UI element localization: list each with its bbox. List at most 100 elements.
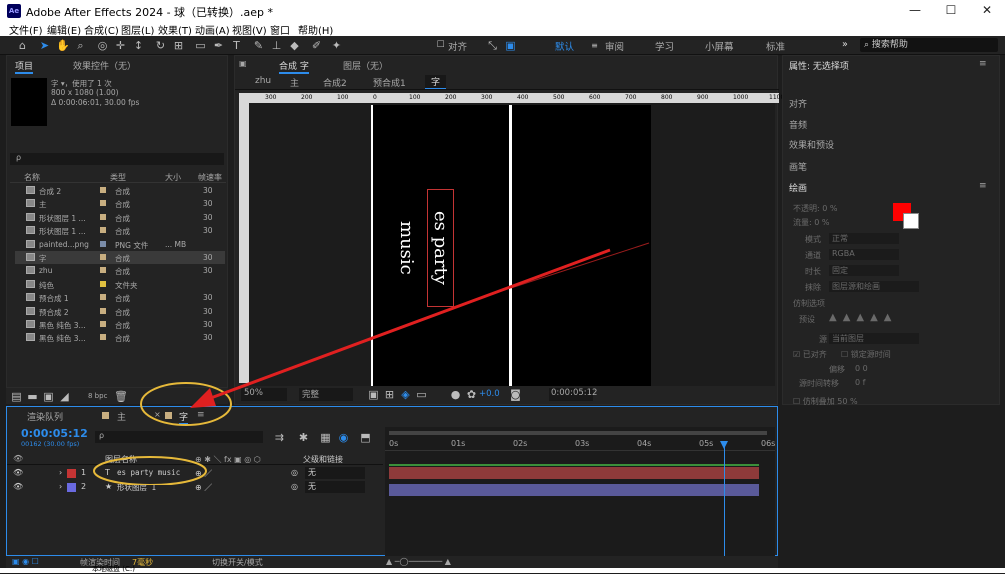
render-toggle-icon[interactable]: ▣ ◉ ☐ [12,557,39,566]
project-item[interactable]: 主 合成 30 [15,197,225,210]
hand-tool-icon[interactable]: ✋ [56,39,70,52]
menu-help[interactable]: 帮助(H) [298,22,333,37]
workspace-menu-icon[interactable]: ≡ [588,39,601,52]
work-area-bar[interactable] [389,431,767,435]
mode-select[interactable]: 正常 [829,233,899,244]
clone-stamp-tool-icon[interactable]: ⊥ [270,39,283,52]
workspace-standard[interactable]: 标准 [766,39,785,53]
paint-flow[interactable]: 流量: 0 % [793,217,829,228]
col-size[interactable]: 大小 [165,172,181,183]
project-search-input[interactable]: ρ [10,153,224,165]
tab-layer[interactable]: 图层（无） [343,59,388,72]
menu-animation[interactable]: 动画(A) [195,22,230,37]
snap-grid-icon[interactable]: ▣ [504,39,517,52]
menu-effect[interactable]: 效果(T) [158,22,192,37]
source-time-value[interactable]: 0 f [855,378,865,387]
menu-view[interactable]: 视图(V) [232,22,267,37]
render-icon[interactable]: ◢ [58,390,71,403]
paint-opacity[interactable]: 不透明: 0 % [793,203,837,214]
pickwhip-icon[interactable]: ◎ [291,482,298,491]
source-select[interactable]: 当前图层 [829,333,919,344]
anchor-tool-icon[interactable]: ⊞ [172,39,185,52]
erase-select[interactable]: 图层源和绘画 [829,281,919,292]
paint-menu-icon[interactable]: ≡ [979,181,987,191]
section-effects-presets[interactable]: 效果和预设 [789,138,834,151]
pen-tool-icon[interactable]: ✒ [212,39,225,52]
breadcrumb-current[interactable]: 字 [425,75,447,89]
expand-chevron-icon[interactable]: › [59,482,62,491]
zoom-tool-icon[interactable]: ⌕ [74,39,87,52]
minimize-button[interactable]: — [900,3,930,19]
pan-tool-icon[interactable]: ✛ [114,39,127,52]
dolly-tool-icon[interactable]: ↕ [132,39,145,52]
frame-blend-icon[interactable]: ▦ [319,431,332,444]
layer-label-color[interactable] [67,469,76,478]
menu-edit[interactable]: 编辑(E) [47,22,81,37]
col-name[interactable]: 名称 [24,172,40,183]
parent-select[interactable]: 无 [305,467,365,479]
workspace-small-screen[interactable]: 小屏幕 [705,39,734,53]
menu-file[interactable]: 文件(F) [9,22,43,37]
timeline-track-area[interactable]: 0s 01s 02s 03s 04s 05s 06s [385,427,775,557]
motion-blur-icon[interactable]: ◉ [337,431,350,444]
brush-tool-icon[interactable]: ✎ [252,39,265,52]
menu-composition[interactable]: 合成(C) [84,22,119,37]
workspace-review[interactable]: 审阅 [605,39,624,53]
playhead[interactable] [723,441,725,557]
graph-editor-icon[interactable]: ⬒ [359,431,372,444]
breadcrumb-precomp1[interactable]: 预合成1 [373,76,406,89]
breadcrumb-comp2[interactable]: 合成2 [323,76,347,89]
bpc-label[interactable]: 8 bpc [88,392,107,400]
home-icon[interactable]: ⌂ [16,39,29,52]
roto-brush-tool-icon[interactable]: ✐ [310,39,323,52]
tab-project[interactable]: 项目 [15,59,34,74]
clone-overlay-checkbox[interactable]: ☐ 仿制叠加 50 % [793,396,858,407]
pickwhip-icon[interactable]: ◎ [291,468,298,477]
channel-select[interactable]: RGBA [829,249,899,260]
duration-select[interactable]: 固定 [829,265,899,276]
tab-render-queue[interactable]: 渲染队列 [27,410,63,423]
aligned-checkbox[interactable]: ☑ 已对齐 [793,349,827,360]
tab-composition[interactable]: 合成 字 [279,59,309,74]
workspace-learn[interactable]: 学习 [655,39,674,53]
project-item[interactable]: 合成 2 合成 30 [15,184,225,197]
visibility-icon[interactable]: 👁 [13,482,23,491]
toggle-switches-modes[interactable]: 切换开关/模式 [212,557,263,568]
clone-preset-icons[interactable]: ▲▲▲▲▲ [829,312,897,323]
project-item[interactable]: 形状图层 1 ... 合成 30 [15,211,225,224]
offset-value[interactable]: 0 0 [855,364,868,373]
tab-main[interactable]: 主 [117,410,126,423]
layer-label-color[interactable] [67,483,76,492]
rotate-tool-icon[interactable]: ↻ [154,39,167,52]
layer1-track-bar[interactable] [389,467,759,479]
puppet-tool-icon[interactable]: ✦ [330,39,343,52]
menu-window[interactable]: 窗口 [270,22,290,37]
orbit-tool-icon[interactable]: ◎ [96,39,109,52]
properties-menu-icon[interactable]: ≡ [979,59,987,69]
visibility-icon[interactable]: 👁 [13,468,23,477]
project-item[interactable]: 形状图层 1 ... 合成 30 [15,224,225,237]
col-fps[interactable]: 帧速率 [198,172,222,183]
snap-icon[interactable]: ⤡ [486,39,499,52]
time-ruler[interactable]: 0s 01s 02s 03s 04s 05s 06s [385,437,775,451]
timeline-timecode[interactable]: 0:00:05:12 [21,427,88,440]
breadcrumb-zhu[interactable]: zhu [255,76,271,86]
comp-flowchart-icon[interactable]: ⇉ [273,431,286,444]
selection-tool-icon[interactable]: ➤ [38,39,51,52]
layer2-track-bar[interactable] [389,484,759,496]
search-help-input[interactable]: ⌕ 搜索帮助 [860,38,998,52]
section-align[interactable]: 对齐 [789,97,807,110]
section-brushes[interactable]: 画笔 [789,160,807,173]
workspace-more-icon[interactable]: » [842,39,848,50]
col-type[interactable]: 类型 [110,172,126,183]
menu-layer[interactable]: 图层(L) [121,22,154,37]
maximize-button[interactable]: ☐ [936,3,966,19]
interpret-footage-icon[interactable]: ▤ [10,390,23,403]
parent-select[interactable]: 无 [305,481,365,493]
text-tool-icon[interactable]: T [230,39,243,52]
new-folder-icon[interactable]: ▬ [26,390,39,403]
timeline-search-input[interactable]: ρ [95,431,263,443]
close-button[interactable]: ✕ [972,3,1002,19]
breadcrumb-main[interactable]: 主 [290,76,299,89]
section-audio[interactable]: 音频 [789,118,807,131]
